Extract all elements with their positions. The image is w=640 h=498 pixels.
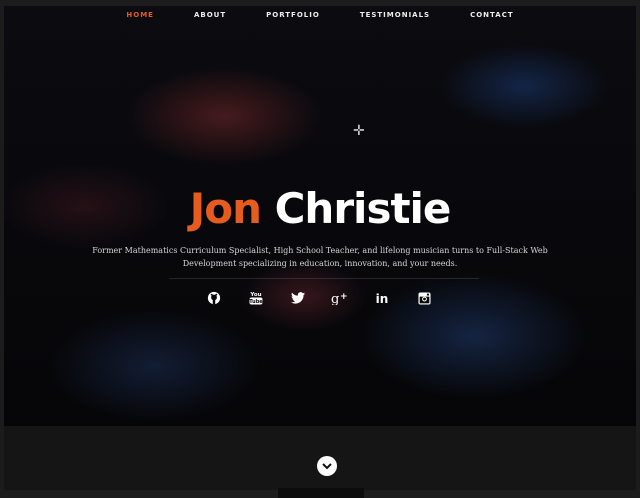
svg-text:in: in [376,292,389,305]
crosshair-cursor-icon: ✛ [353,122,365,138]
nav-about[interactable]: ABOUT [174,11,246,19]
social-links: You Tube g + in [204,288,434,308]
linkedin-icon[interactable]: in [372,288,392,308]
svg-text:g: g [331,292,339,305]
top-nav: HOME ABOUT PORTFOLIO TESTIMONIALS CONTAC… [4,6,636,24]
nav-testimonials[interactable]: TESTIMONIALS [340,11,450,19]
nav-home[interactable]: HOME [106,11,174,19]
youtube-icon[interactable]: You Tube [246,288,266,308]
hero-name: Jon Christie [4,184,636,233]
chevron-down-icon [322,463,332,470]
github-icon[interactable] [204,288,224,308]
divider [169,278,479,279]
nav-portfolio[interactable]: PORTFOLIO [246,11,340,19]
svg-text:+: + [340,292,348,302]
google-plus-icon[interactable]: g + [330,288,350,308]
hero-section: HOME ABOUT PORTFOLIO TESTIMONIALS CONTAC… [4,6,636,490]
twitter-icon[interactable] [288,288,308,308]
hero-first-name: Jon [189,184,262,233]
hero-tagline: Former Mathematics Curriculum Specialist… [92,246,548,268]
svg-text:You: You [249,292,261,298]
hero-last-name: Christie [274,184,452,233]
nav-contact[interactable]: CONTACT [450,11,534,19]
svg-text:Tube: Tube [249,299,263,305]
instagram-icon[interactable] [414,288,434,308]
bottom-tab [278,488,364,498]
scroll-down-button[interactable] [317,456,337,476]
